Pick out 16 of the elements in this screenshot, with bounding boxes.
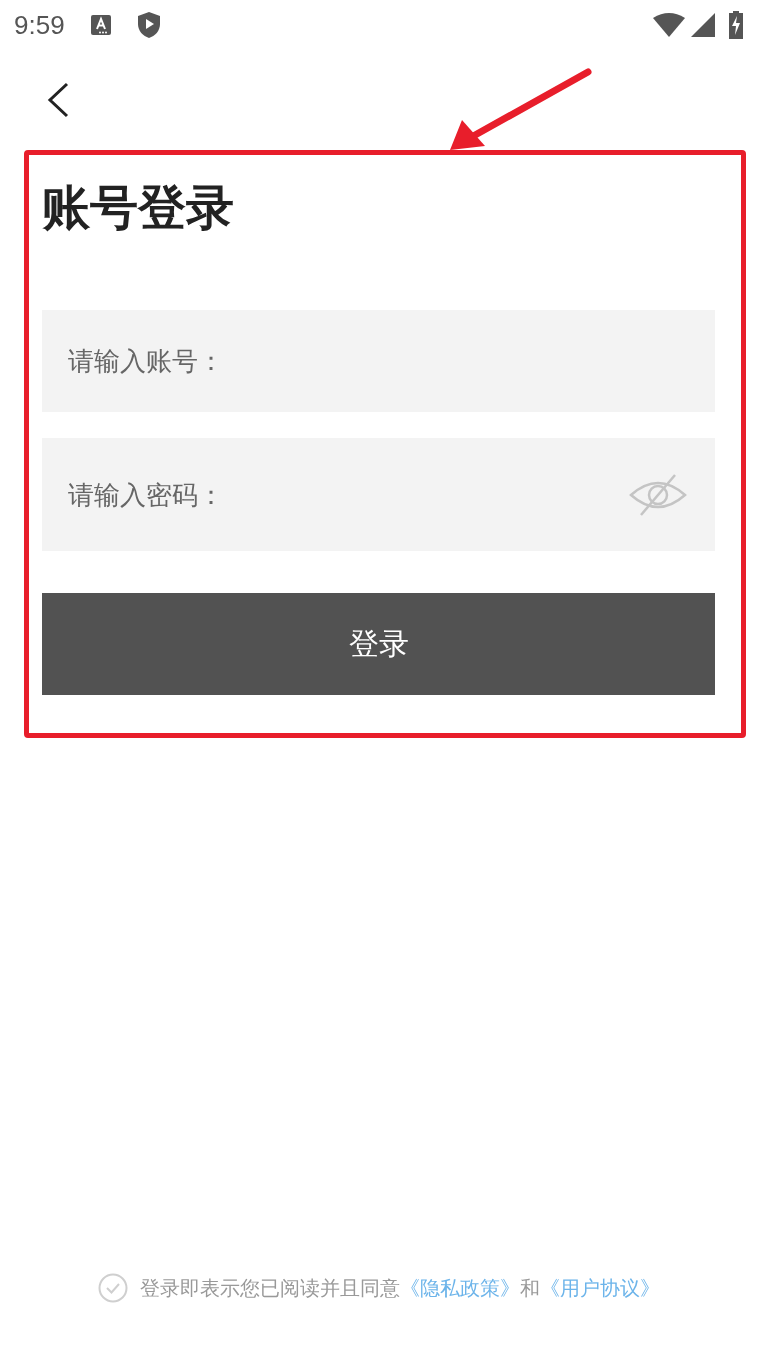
eye-slash-icon[interactable] [629, 472, 687, 517]
signal-icon [691, 13, 715, 37]
password-field[interactable]: 请输入密码： [42, 438, 715, 551]
agreement-text: 登录即表示您已阅读并且同意《隐私政策》和《用户协议》 [139, 1274, 660, 1302]
battery-charging-icon [729, 11, 743, 39]
privacy-policy-link[interactable]: 《隐私政策》 [399, 1275, 520, 1300]
status-time: 9:59 [14, 9, 65, 41]
account-field[interactable]: 请输入账号： [42, 310, 715, 412]
wifi-icon [653, 13, 685, 37]
login-button[interactable]: 登录 [42, 593, 715, 695]
page-title: 账号登录 [42, 178, 235, 237]
keyboard-app-icon [90, 14, 111, 36]
user-agreement-link[interactable]: 《用户协议》 [539, 1275, 660, 1300]
check-circle-icon[interactable] [97, 1273, 128, 1303]
shield-play-icon [136, 11, 161, 39]
back-icon[interactable] [46, 82, 70, 118]
